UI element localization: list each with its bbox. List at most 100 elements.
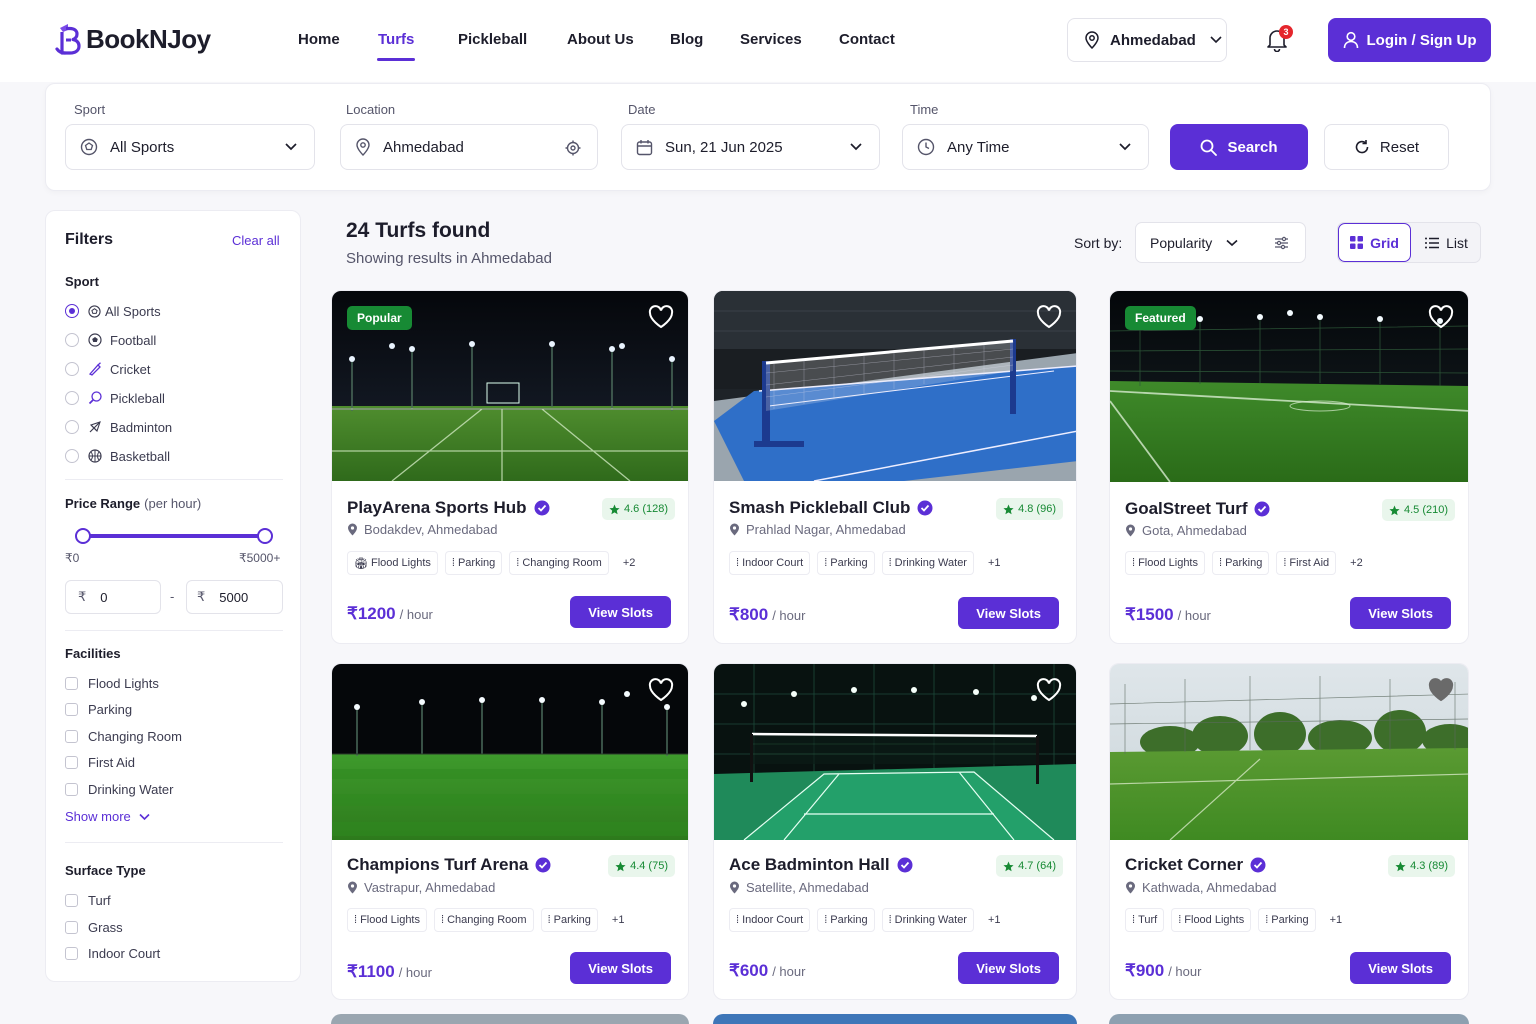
heart-icon[interactable] <box>648 305 674 329</box>
price-slider-min-handle[interactable] <box>75 528 91 544</box>
turf-name[interactable]: PlayArena Sports Hub <box>347 498 550 518</box>
login-signup-button[interactable]: Login / Sign Up <box>1328 18 1491 62</box>
checkbox[interactable] <box>65 729 78 743</box>
more-amenities-count[interactable]: +1 <box>604 908 632 932</box>
radio[interactable] <box>65 420 79 434</box>
nav-services[interactable]: Services <box>740 31 802 48</box>
sport-option-badminton[interactable]: Badminton <box>65 419 172 435</box>
nav-about-us[interactable]: About Us <box>567 31 634 48</box>
location-input[interactable]: Ahmedabad <box>340 124 598 170</box>
turf-name[interactable]: Champions Turf Arena <box>347 855 551 875</box>
turf-name[interactable]: Ace Badminton Hall <box>729 855 913 875</box>
nav-blog[interactable]: Blog <box>670 31 703 48</box>
heart-icon[interactable] <box>1036 305 1062 329</box>
search-button[interactable]: Search <box>1170 124 1308 170</box>
facility-parking[interactable]: Parking <box>65 701 132 717</box>
checkbox[interactable] <box>65 702 78 716</box>
nav-pickleball[interactable]: Pickleball <box>458 31 527 48</box>
price-unit: / hour <box>772 608 806 623</box>
facility-drinking-water[interactable]: Drinking Water <box>65 781 173 797</box>
turf-card-partial[interactable] <box>713 1014 1077 1024</box>
heart-icon[interactable] <box>1428 305 1454 329</box>
view-slots-button[interactable]: View Slots <box>1350 597 1451 629</box>
checkbox[interactable] <box>65 946 78 960</box>
facility-flood-lights[interactable]: Flood Lights <box>65 675 159 691</box>
checkbox[interactable] <box>65 676 78 690</box>
facility-first-aid[interactable]: First Aid <box>65 754 135 770</box>
clock-icon <box>917 138 935 156</box>
turf-card-partial[interactable] <box>331 1014 689 1024</box>
turf-name[interactable]: Cricket Corner <box>1125 855 1266 875</box>
view-slots-button[interactable]: View Slots <box>958 952 1059 984</box>
turf-name[interactable]: Smash Pickleball Club <box>729 498 933 518</box>
nav-home[interactable]: Home <box>298 31 340 48</box>
list-view-button[interactable]: List <box>1411 223 1480 262</box>
reset-button[interactable]: Reset <box>1324 124 1449 170</box>
heart-icon[interactable] <box>1036 678 1062 702</box>
brand-logo[interactable]: BookNJoy <box>54 22 211 56</box>
chevron-down-icon <box>139 813 150 820</box>
turf-card[interactable]: Champions Turf Arena 4.4 (75) Vastrapur,… <box>331 663 689 1000</box>
price-slider-track[interactable] <box>82 534 265 538</box>
sport-option-pickleball[interactable]: Pickleball <box>65 390 165 406</box>
heart-icon[interactable] <box>648 678 674 702</box>
view-slots-button[interactable]: View Slots <box>570 596 671 628</box>
sport-value: All Sports <box>110 138 175 156</box>
price-max-input[interactable]: ₹ 5000 <box>186 580 283 614</box>
view-slots-button[interactable]: View Slots <box>1350 952 1451 984</box>
sport-option-football[interactable]: Football <box>65 332 156 348</box>
sliders-icon[interactable] <box>1274 236 1289 250</box>
water-icon: ⁞ <box>888 914 892 926</box>
sort-select[interactable]: Popularity <box>1135 222 1306 263</box>
radio[interactable] <box>65 362 79 376</box>
amenity-label: Flood Lights <box>1138 557 1198 569</box>
price-min-input[interactable]: ₹ 0 <box>65 580 161 614</box>
date-picker[interactable]: Sun, 21 Jun 2025 <box>621 124 880 170</box>
surface-grass[interactable]: Grass <box>65 919 123 935</box>
checkbox[interactable] <box>65 893 78 907</box>
turf-card[interactable]: Ace Badminton Hall 4.7 (64) Satellite, A… <box>713 663 1077 1000</box>
turf-card-partial[interactable] <box>1109 1014 1469 1024</box>
sport-select[interactable]: All Sports <box>65 124 315 170</box>
more-amenities-count[interactable]: +2 <box>615 551 643 575</box>
more-amenities-count[interactable]: +1 <box>980 551 1008 575</box>
turf-card[interactable]: Smash Pickleball Club 4.8 (96) Prahlad N… <box>713 290 1077 644</box>
surface-indoor-court[interactable]: Indoor Court <box>65 945 160 961</box>
nav-turfs[interactable]: Turfs <box>378 31 414 48</box>
turf-name[interactable]: GoalStreet Turf <box>1125 499 1270 519</box>
surface-turf[interactable]: Turf <box>65 892 111 908</box>
locate-me-icon[interactable] <box>565 140 581 156</box>
clear-all-link[interactable]: Clear all <box>232 233 280 248</box>
time-select[interactable]: Any Time <box>902 124 1149 170</box>
sport-option-cricket[interactable]: Cricket <box>65 361 150 377</box>
amenity-label: Indoor Court <box>742 557 804 569</box>
show-more-facilities[interactable]: Show more <box>65 809 150 824</box>
surface-label: Grass <box>88 919 123 935</box>
view-slots-button[interactable]: View Slots <box>570 952 671 984</box>
price-slider-max-handle[interactable] <box>257 528 273 544</box>
facility-changing-room[interactable]: Changing Room <box>65 728 182 744</box>
checkbox[interactable] <box>65 920 78 934</box>
turf-card[interactable]: Cricket Corner 4.3 (89) Kathwada, Ahmeda… <box>1109 663 1469 1000</box>
more-amenities-count[interactable]: +1 <box>1322 908 1350 932</box>
view-slots-button[interactable]: View Slots <box>958 597 1059 629</box>
sport-option-all[interactable]: All Sports <box>65 303 161 319</box>
nav-contact[interactable]: Contact <box>839 31 895 48</box>
more-amenities-count[interactable]: +1 <box>980 908 1008 932</box>
nav-active-indicator <box>377 58 415 61</box>
star-icon <box>1395 860 1406 871</box>
radio-selected[interactable] <box>65 304 79 318</box>
grid-view-button[interactable]: Grid <box>1338 223 1411 262</box>
turf-card[interactable]: Featured GoalStreet Turf 4.5 (210) Gota,… <box>1109 290 1469 644</box>
more-amenities-count[interactable]: +2 <box>1343 551 1370 575</box>
radio[interactable] <box>65 333 79 347</box>
radio[interactable] <box>65 449 79 463</box>
city-selector[interactable]: Ahmedabad <box>1067 18 1227 62</box>
checkbox[interactable] <box>65 782 78 796</box>
sport-option-basketball[interactable]: Basketball <box>65 448 170 464</box>
verified-badge-icon <box>1250 857 1266 873</box>
radio[interactable] <box>65 391 79 405</box>
turf-card[interactable]: Popular PlayArena Sports Hub 4.6 (128) B… <box>331 290 689 644</box>
checkbox[interactable] <box>65 755 78 769</box>
heart-icon[interactable] <box>1428 678 1454 702</box>
